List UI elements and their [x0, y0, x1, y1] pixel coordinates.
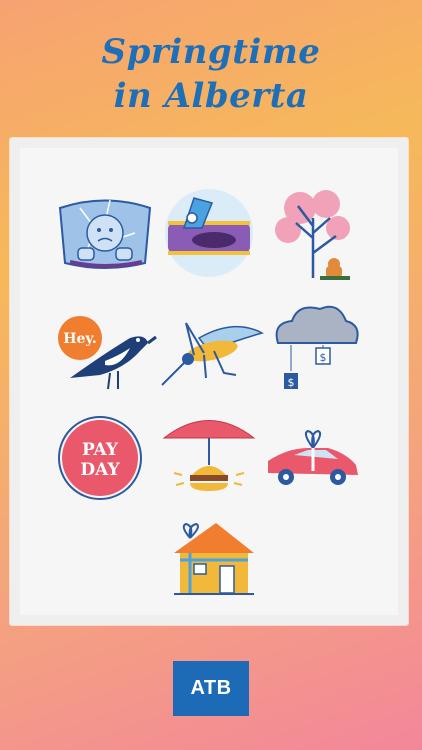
cracked-windshield-icon	[58, 199, 152, 269]
gift-car-sticker[interactable]	[258, 403, 368, 513]
burger-umbrella-icon	[162, 420, 256, 491]
mosquito-icon	[161, 322, 264, 386]
sticker-grid: Hey. $ $ PAY DAY	[20, 148, 398, 615]
atb-logo: ATB	[173, 661, 249, 716]
payday-stamp-icon: PAY DAY	[58, 416, 142, 500]
money-rain-cloud-sticker[interactable]: $ $	[258, 293, 368, 403]
gift-house-icon	[174, 522, 254, 595]
gift-house-sticker[interactable]	[154, 498, 264, 608]
payday-line1: PAY	[82, 440, 119, 460]
svg-text:$: $	[320, 351, 327, 364]
svg-text:$: $	[288, 376, 295, 389]
magpie-icon: Hey.	[58, 316, 157, 390]
pothole-icon	[165, 189, 253, 277]
spring-tree-gopher-sticker[interactable]	[258, 178, 368, 288]
hey-text: Hey.	[63, 331, 97, 347]
gift-car-icon	[268, 429, 358, 485]
logo-text: ATB	[190, 677, 232, 699]
sticker-panel: Hey. $ $ PAY DAY	[10, 138, 408, 625]
tree-icon	[275, 190, 350, 280]
title-line-1: Springtime	[101, 32, 321, 72]
title-line-2: in Alberta	[113, 76, 309, 116]
payday-stamp-sticker[interactable]: PAY DAY	[50, 403, 160, 513]
page-title: Springtime in Alberta	[0, 30, 422, 118]
cloud-icon: $ $	[275, 305, 359, 389]
payday-line2: DAY	[80, 460, 120, 480]
burger-umbrella-sticker[interactable]	[154, 403, 264, 513]
cracked-windshield-sticker[interactable]	[50, 178, 160, 288]
mosquito-sticker[interactable]	[154, 293, 264, 403]
pothole-sticker[interactable]	[154, 178, 264, 288]
magpie-hey-sticker[interactable]: Hey.	[50, 293, 160, 403]
